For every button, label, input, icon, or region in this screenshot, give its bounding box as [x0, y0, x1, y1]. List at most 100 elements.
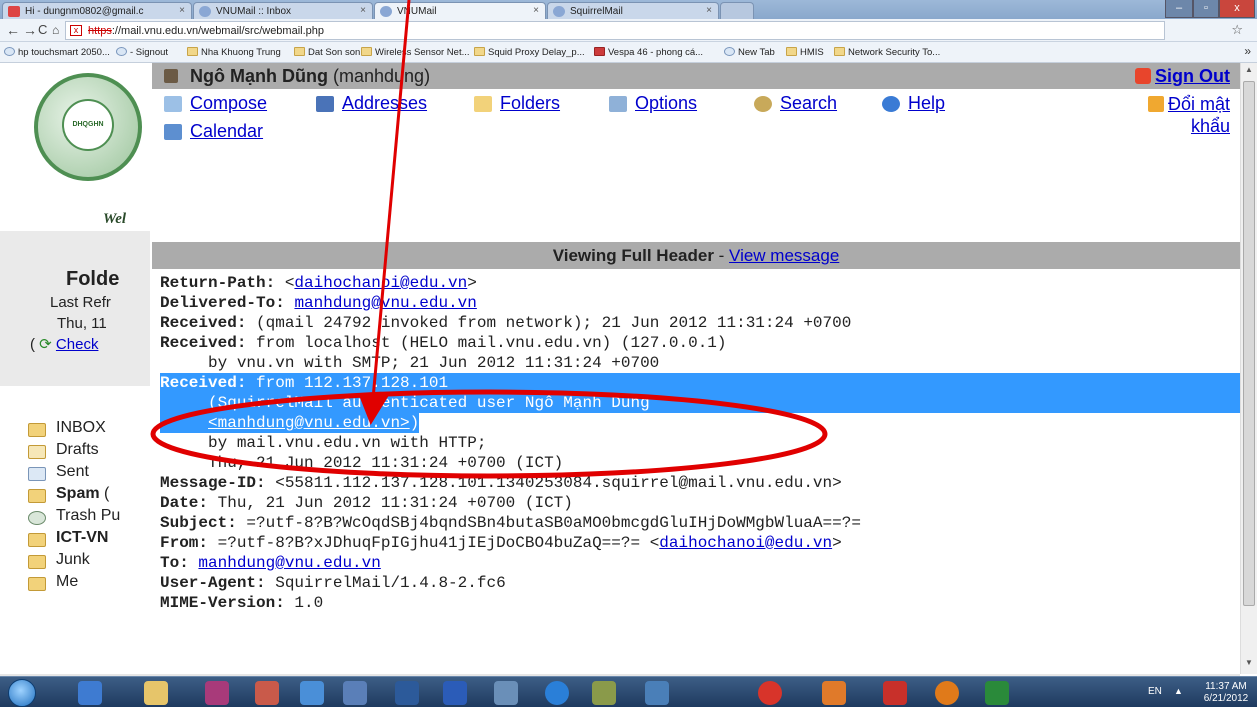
- clock[interactable]: 11:37 AM 6/21/2012: [1199, 681, 1253, 705]
- folder-ict-vnu[interactable]: ICT-VN: [28, 529, 158, 551]
- home-icon[interactable]: ⌂: [52, 22, 59, 38]
- calendar-link[interactable]: Calendar: [164, 121, 263, 142]
- app-icon[interactable]: [822, 681, 846, 705]
- options-link[interactable]: Options: [609, 93, 697, 114]
- compose-link[interactable]: Compose: [164, 93, 267, 114]
- email-link[interactable]: manhdung@vnu.edu.vn: [198, 554, 380, 572]
- chrome-icon[interactable]: [758, 681, 782, 705]
- purge-link[interactable]: Pu: [96, 507, 121, 524]
- search-link[interactable]: Search: [754, 93, 837, 114]
- header-continuation: Thu, 21 Jun 2012 11:31:24 +0700 (ICT): [160, 454, 564, 472]
- reload-icon[interactable]: C: [38, 22, 47, 38]
- app-icon[interactable]: [494, 681, 518, 705]
- power-icon: [1135, 68, 1151, 84]
- internet-explorer-icon[interactable]: [545, 681, 569, 705]
- language-indicator[interactable]: EN: [1148, 686, 1162, 697]
- email-link[interactable]: <manhdung@vnu.edu.vn>: [208, 414, 410, 432]
- forward-arrow-icon[interactable]: →: [23, 22, 37, 38]
- compose-icon: [164, 96, 182, 112]
- header-continuation: by mail.vnu.edu.vn with HTTP;: [160, 434, 487, 452]
- explorer-icon[interactable]: [144, 681, 168, 705]
- scroll-down-icon[interactable]: ▼: [1241, 658, 1257, 672]
- close-tab-icon[interactable]: ×: [179, 5, 185, 16]
- tab-vnumail[interactable]: VNUMail ×: [374, 2, 546, 19]
- email-link[interactable]: manhdung@vnu.edu.vn: [294, 294, 476, 312]
- word-icon[interactable]: [443, 681, 467, 705]
- bookmarks-overflow-icon[interactable]: »: [1244, 44, 1251, 58]
- acrobat-icon[interactable]: [883, 681, 907, 705]
- check-mail-link[interactable]: Check: [56, 336, 99, 353]
- folder-icon: [28, 555, 46, 569]
- folder-trash[interactable]: Trash Pu: [28, 507, 158, 529]
- app-icon[interactable]: [395, 681, 419, 705]
- bookmark-item[interactable]: Wireless Sensor Net...: [361, 47, 470, 58]
- close-tab-icon[interactable]: ×: [533, 5, 539, 16]
- star-icon[interactable]: ☆: [1231, 22, 1251, 38]
- header-continuation-selected: <manhdung@vnu.edu.vn>): [160, 413, 420, 433]
- app-icon[interactable]: [255, 681, 279, 705]
- maximize-icon[interactable]: ▫: [1193, 0, 1219, 18]
- view-message-link[interactable]: View message: [729, 246, 839, 265]
- calendar-label: Calendar: [190, 121, 264, 141]
- options-label: Options: [635, 93, 698, 113]
- help-link[interactable]: Help: [882, 93, 945, 114]
- email-link[interactable]: daihochanoi@edu.vn: [294, 274, 467, 292]
- folder-icon: [361, 47, 372, 56]
- bookmark-item[interactable]: New Tab: [724, 47, 775, 58]
- excel-icon[interactable]: [985, 681, 1009, 705]
- close-window-icon[interactable]: x: [1219, 0, 1255, 18]
- change-password-label-1: Đổi mật: [1167, 94, 1230, 114]
- scroll-up-icon[interactable]: ▲: [1241, 65, 1257, 79]
- app-icon[interactable]: [592, 681, 616, 705]
- tray-expand-icon[interactable]: ▲: [1174, 686, 1183, 696]
- page-icon: [724, 47, 735, 56]
- close-tab-icon[interactable]: ×: [706, 5, 712, 16]
- bookmark-item[interactable]: Dat Son son: [294, 47, 360, 58]
- folder-inbox[interactable]: INBOX: [28, 419, 158, 441]
- email-link[interactable]: daihochanoi@edu.vn: [659, 534, 832, 552]
- broken-lock-icon: x: [70, 25, 82, 36]
- tab-vnumail-inbox[interactable]: VNUMail :: Inbox ×: [193, 2, 373, 19]
- folder-sent[interactable]: Sent: [28, 463, 158, 485]
- login-name: (manhdung): [333, 66, 431, 86]
- folder-drafts[interactable]: Drafts: [28, 441, 158, 463]
- header-label: Return-Path:: [160, 274, 276, 292]
- change-password-link[interactable]: Đổi mật khẩu: [1147, 93, 1230, 137]
- folder-junk[interactable]: Junk: [28, 551, 158, 573]
- scrollbar-thumb[interactable]: [1243, 81, 1255, 606]
- network-app-icon[interactable]: [78, 681, 102, 705]
- bookmark-item[interactable]: HMIS: [786, 47, 824, 58]
- addresses-link[interactable]: Addresses: [316, 93, 427, 114]
- folder-me[interactable]: Me: [28, 573, 158, 595]
- bookmark-item[interactable]: Squid Proxy Delay_p...: [474, 47, 585, 58]
- back-arrow-icon[interactable]: ←: [6, 22, 20, 38]
- sign-out-link[interactable]: Sign Out: [1135, 66, 1230, 87]
- app-icon[interactable]: [300, 681, 324, 705]
- sent-icon: [28, 467, 46, 481]
- app-icon[interactable]: [645, 681, 669, 705]
- firefox-icon[interactable]: [935, 681, 959, 705]
- url-bar[interactable]: x https://mail.vnu.edu.vn/webmail/src/we…: [65, 21, 1165, 40]
- bookmark-item[interactable]: - Signout: [116, 47, 168, 58]
- logo-area: DHQGHN: [14, 73, 150, 231]
- tab-title: VNUMail :: Inbox: [216, 6, 292, 17]
- search-label: Search: [780, 93, 838, 113]
- header-label: Subject:: [160, 514, 237, 532]
- vertical-scrollbar[interactable]: ▲ ▼: [1240, 63, 1257, 674]
- tab-gmail[interactable]: Hi - dungnm0802@gmail.c ×: [2, 2, 192, 19]
- bookmark-item[interactable]: Network Security To...: [834, 47, 940, 58]
- minimize-icon[interactable]: –: [1165, 0, 1193, 18]
- bookmark-item[interactable]: Nha Khuong Trung: [187, 47, 281, 58]
- folder-icon: [187, 47, 198, 56]
- inbox-icon: [28, 423, 46, 437]
- close-tab-icon[interactable]: ×: [360, 5, 366, 16]
- app-icon[interactable]: [205, 681, 229, 705]
- folder-spam[interactable]: Spam (: [28, 485, 158, 507]
- new-tab-button[interactable]: [720, 2, 754, 19]
- app-icon[interactable]: [343, 681, 367, 705]
- tab-squirrelmail[interactable]: SquirrelMail ×: [547, 2, 719, 19]
- folders-link[interactable]: Folders: [474, 93, 560, 114]
- bookmark-item[interactable]: hp touchsmart 2050...: [4, 47, 110, 58]
- bookmark-item[interactable]: Vespa 46 - phong cá...: [594, 47, 703, 58]
- start-button-icon[interactable]: [8, 679, 36, 707]
